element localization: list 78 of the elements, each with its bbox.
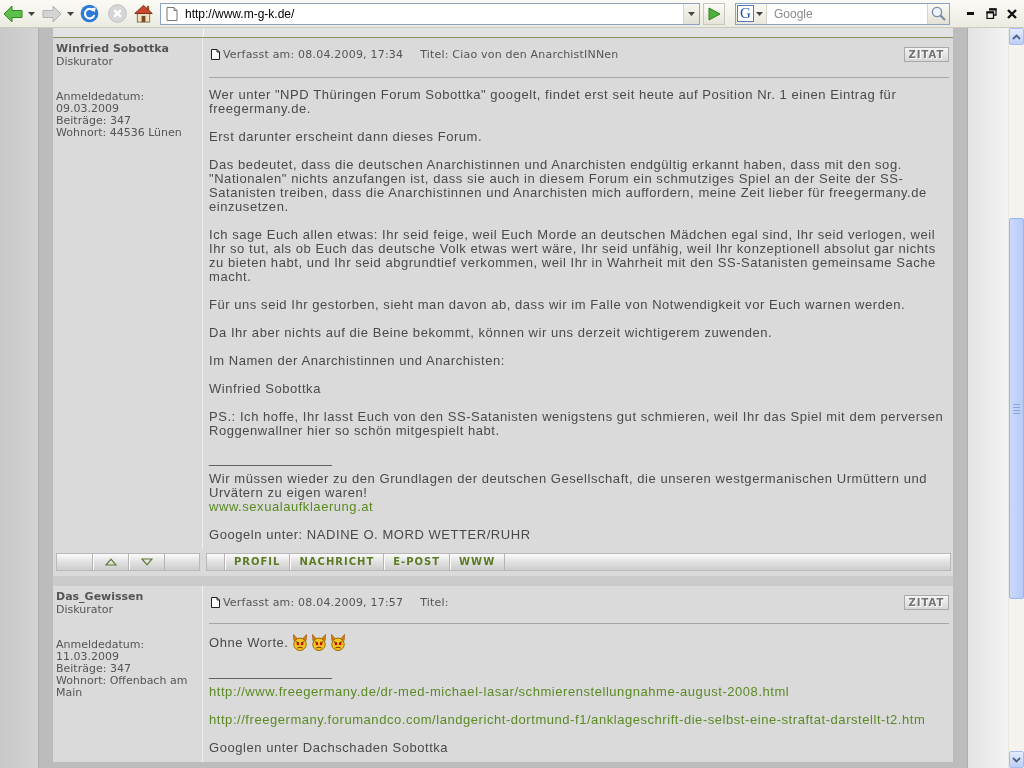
post-text: Wer unter "NPD Thüringen Forum Sobottka" googelt, findet erst seit heute auf Position Nr. 1 einen Eintrag für freegermany.de. — [209, 88, 898, 116]
minimize-icon — [966, 12, 974, 15]
author-detail: Beiträge: 347 — [56, 663, 132, 675]
document-icon — [211, 597, 220, 608]
scroll-down-arrow-button[interactable] — [1009, 751, 1024, 768]
post-text: Ich sage Euch allen etwas: Ihr seid feige, weil Euch Morde an deutschen Mädchen egal sind, Ihr seid verlogen, weil Ihr so tut, als ob Euch das deutsche Volk etwas wert wäre, Ihr seid unfähig, weil Ihr konzeptionell absolut gar nichts zu bieten habt, und Ihr seid abgrundtief verkommen, weil Ihr in Wahrheit mit den SS-Satanisten gemeinsame Sache macht. — [209, 228, 937, 284]
left-arrow-icon — [3, 4, 23, 23]
post-text: Das bedeutet, dass die deutschen Anarchistinnen und Anarchisten endgültig erkannt haben, dass mit den sog. "Nationalen" nichts anzufangen ist, dass sie auch in diesem Forum ein schmutziges Spiel an der Seite der SS-Satanisten treiben, dass die Anarchistinnen und Anarchisten mich auffordern, meine Zeit lieber für freegermany.de einzusetzen. — [209, 158, 928, 214]
down-arrow-button[interactable] — [129, 554, 165, 570]
scroll-up-arrow-button[interactable] — [1009, 28, 1024, 45]
author-detail: Wohnort: Offenbach am Main — [56, 675, 189, 699]
post-title: Titel: Ciao von den AnarchistINNen — [420, 48, 619, 61]
stop-icon — [107, 4, 127, 23]
post-action-button[interactable]: E-POST — [384, 554, 451, 570]
search-button[interactable] — [927, 3, 949, 24]
quote-button[interactable]: ZITAT — [904, 595, 949, 610]
signature-separator: _________________ — [209, 452, 333, 466]
reload-button[interactable] — [78, 2, 100, 25]
signature-text: Googlen unter Dachschaden Sobottka — [209, 741, 450, 755]
up-arrow-button[interactable] — [92, 554, 129, 570]
author-name: Das_Gewissen — [56, 590, 145, 604]
up-chevron-icon — [1012, 33, 1021, 40]
caret-icon — [27, 11, 35, 16]
search-bar[interactable]: G Google — [735, 2, 950, 25]
devil-face-icon — [310, 634, 327, 651]
search-field[interactable]: Google — [770, 4, 925, 23]
author-detail: Beiträge: 347 — [56, 115, 132, 127]
quote-button[interactable]: ZITAT — [904, 47, 949, 62]
scrollbar-thumb[interactable] — [1009, 218, 1024, 599]
address-dropdown-button[interactable] — [683, 3, 699, 24]
go-button[interactable] — [703, 2, 725, 25]
house-icon — [133, 4, 153, 23]
post-action-button[interactable]: PROFIL — [224, 554, 291, 570]
author-detail: Wohnort: 44536 Lünen — [56, 127, 183, 139]
post-text: Im Namen der Anarchistinnen und Anarchisten: — [209, 354, 506, 368]
post-text: Erst darunter erscheint dann dieses Forum. — [209, 130, 484, 144]
signature-text: Wir müssen wieder zu den Grundlagen der deutschen Gesellschaft, die unseren westgermanischen Urmüttern und Urvätern zu eigen waren! — [209, 472, 929, 500]
post-text: Winfried Sobottka — [209, 382, 322, 396]
post-action-button[interactable]: WWW — [450, 554, 506, 570]
caret-icon — [66, 11, 74, 16]
author-detail: Anmeldedatum: 09.03.2009 — [56, 91, 146, 115]
caret-icon — [688, 11, 695, 16]
reload-icon — [79, 4, 99, 23]
signature-text: Googeln unter: NADINE O. MORD WETTER/RUHR — [209, 528, 532, 542]
page-icon — [166, 6, 178, 21]
restore-button[interactable] — [983, 5, 999, 22]
post-text: Da Ihr aber nichts auf die Beine bekommt, können wir uns derzeit wichtigerem zuwenden. — [209, 326, 774, 340]
author-detail: Anmeldedatum: 11.03.2009 — [56, 639, 146, 663]
search-engine-button[interactable]: G — [736, 3, 767, 24]
down-triangle-icon — [140, 558, 153, 566]
right-arrow-icon — [42, 4, 62, 23]
search-icon — [931, 6, 946, 21]
post-date: Verfasst am: 08.04.2009, 17:34 — [223, 48, 404, 61]
signature-link[interactable]: http://freegermany.forumandco.com/landgericht-dortmund-f1/anklageschrift-die-selbst-eine-straftat-darstellt-t2.htm — [209, 713, 926, 727]
post-text: PS.: Ich hoffe, Ihr lasst Euch von den SS-Satanisten wenigstens gut schmieren, weil Ihr das Spiel mit dem perversen Roggenwallner hier so schön mitgespielt habt. — [209, 410, 945, 438]
right-triangle-icon — [707, 6, 721, 21]
post-date: Verfasst am: 08.04.2009, 17:57 — [223, 596, 404, 609]
signature-separator: _________________ — [209, 665, 333, 679]
signature-link[interactable]: http://www.freegermany.de/dr-med-michael-lasar/schmierenstellungnahme-august-2008.html — [209, 685, 790, 699]
devil-face-icon — [291, 634, 308, 651]
post-text: Ohne Worte. — [209, 635, 289, 650]
post-action-button[interactable]: NACHRICHT — [290, 554, 385, 570]
caret-icon — [756, 11, 763, 16]
author-name: Winfried Sobottka — [56, 42, 171, 56]
author-rank: Diskurator — [56, 56, 115, 68]
devil-face-icon — [329, 634, 346, 651]
address-field[interactable]: http://www.m-g-k.de/ — [181, 4, 681, 23]
home-button[interactable] — [132, 2, 154, 25]
post-title: Titel: — [420, 596, 449, 609]
close-icon — [1007, 8, 1017, 19]
post-text: Für uns seid Ihr gestorben, sieht man davon ab, dass wir im Falle von Notwendigkeit vor Euch warnen werden. — [209, 298, 907, 312]
down-chevron-icon — [1012, 756, 1021, 763]
author-rank: Diskurator — [56, 604, 115, 616]
restore-icon — [985, 8, 997, 19]
document-icon — [211, 49, 220, 60]
address-bar[interactable]: http://www.m-g-k.de/ — [160, 2, 700, 25]
up-triangle-icon — [104, 558, 117, 566]
signature-link[interactable]: www.sexualaufklaerung.at — [209, 500, 374, 514]
